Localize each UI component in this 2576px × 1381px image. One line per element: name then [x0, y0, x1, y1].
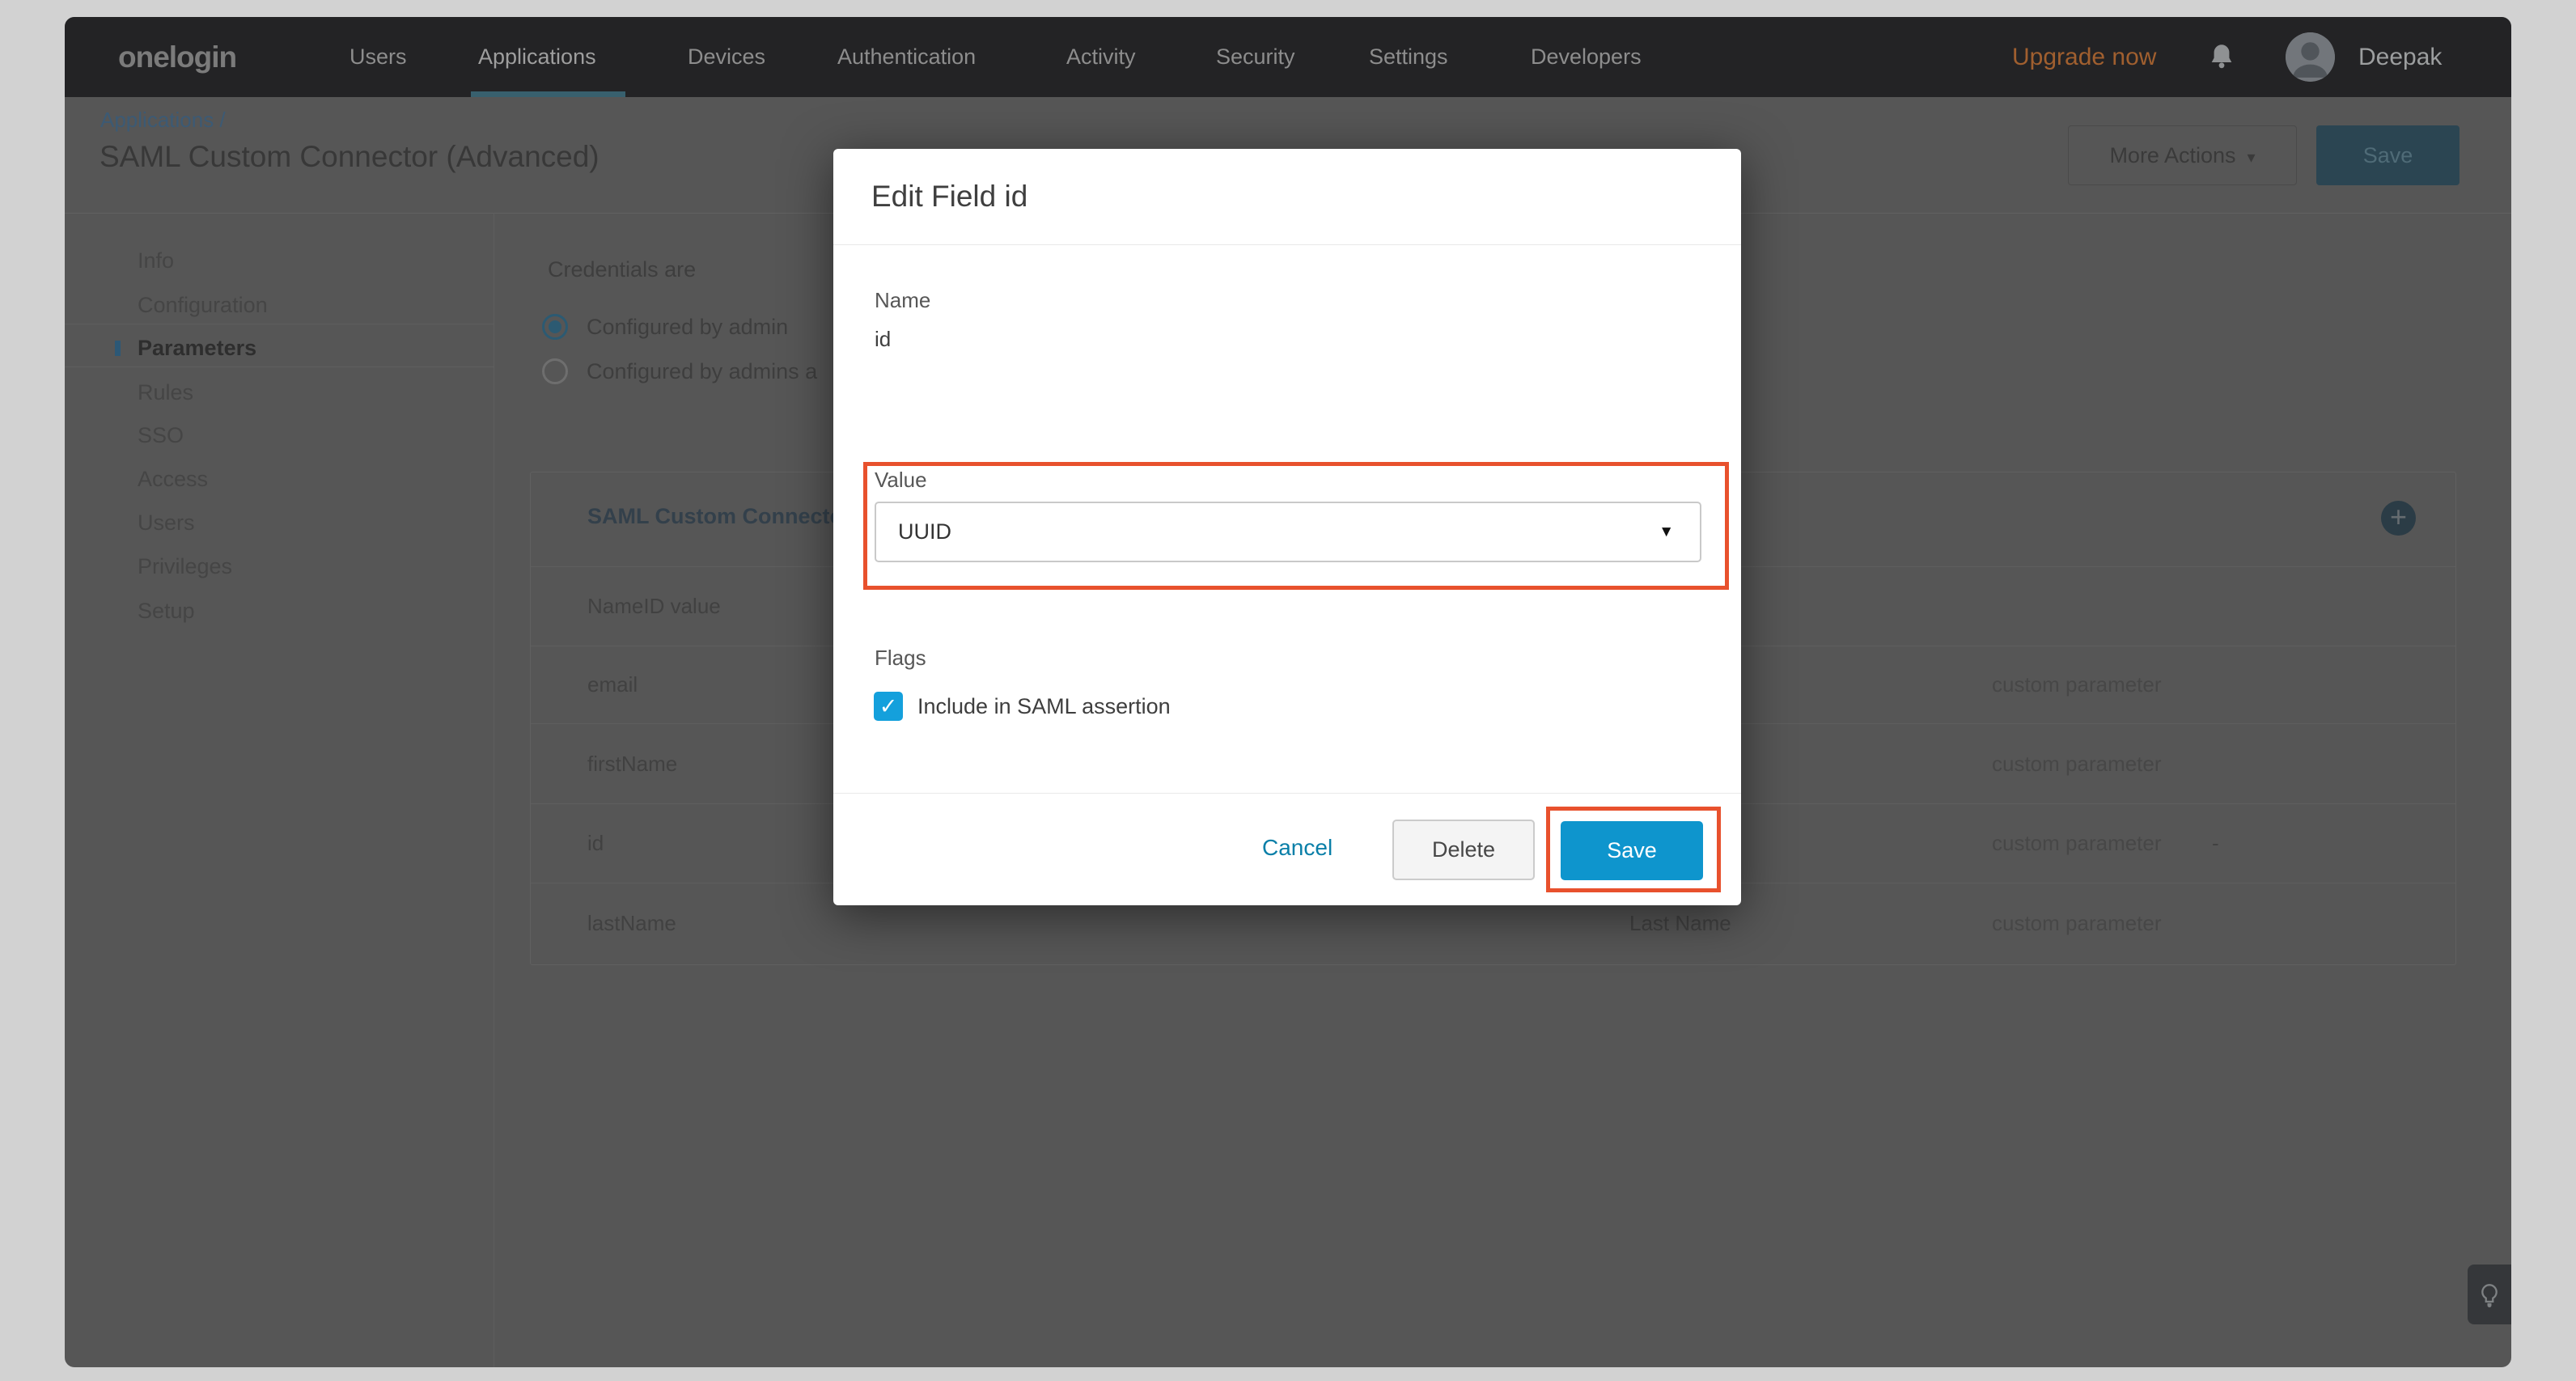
- user-avatar[interactable]: [2286, 32, 2335, 82]
- dropdown-caret-icon: ▼: [1659, 503, 1674, 561]
- sidebar-item-setup[interactable]: Setup: [138, 596, 195, 625]
- nav-item-developers[interactable]: Developers: [1531, 17, 1642, 97]
- param-tag-firstname: custom parameter: [1992, 751, 2162, 777]
- sidebar-item-access[interactable]: Access: [138, 464, 208, 494]
- radio-configured-by-admins-and-users[interactable]: [542, 358, 568, 384]
- include-saml-checkbox[interactable]: ✓: [874, 692, 903, 721]
- parameters-table-title: SAML Custom Connecto: [587, 504, 843, 529]
- delete-button[interactable]: Delete: [1392, 820, 1535, 880]
- add-parameter-button[interactable]: +: [2381, 501, 2416, 536]
- param-row-nameid[interactable]: NameID value: [587, 593, 721, 619]
- sidebar-item-parameters[interactable]: Parameters: [138, 333, 256, 362]
- radio-configured-by-admin[interactable]: [542, 314, 568, 340]
- top-navbar: onelogin Users Applications Devices Auth…: [65, 17, 2511, 97]
- param-tag-id: custom parameter: [1992, 830, 2162, 856]
- page-title: SAML Custom Connector (Advanced): [100, 140, 600, 174]
- param-tag-email: custom parameter: [1992, 671, 2162, 697]
- notifications-bell-icon[interactable]: [2209, 44, 2235, 71]
- app-window: onelogin Users Applications Devices Auth…: [65, 17, 2511, 1367]
- flags-label: Flags: [875, 646, 926, 671]
- sidebar-section-divider: [65, 366, 494, 367]
- chevron-down-icon: ▾: [2248, 149, 2256, 167]
- nav-item-users[interactable]: Users: [350, 17, 407, 97]
- sidebar-active-indicator: [115, 341, 121, 356]
- user-name-label[interactable]: Deepak: [2358, 17, 2442, 97]
- onelogin-logo: onelogin: [118, 17, 236, 97]
- nav-item-devices[interactable]: Devices: [688, 17, 765, 97]
- param-tag-lastname: custom parameter: [1992, 910, 2162, 936]
- active-tab-underline: [471, 91, 625, 97]
- nav-item-authentication[interactable]: Authentication: [837, 17, 976, 97]
- sidebar-item-info[interactable]: Info: [138, 246, 174, 275]
- edit-field-modal: Edit Field id Name id Value UUID ▼ Flags…: [833, 149, 1741, 905]
- sidebar-item-users[interactable]: Users: [138, 508, 195, 537]
- cancel-button[interactable]: Cancel: [1262, 835, 1332, 861]
- header-save-button[interactable]: Save: [2316, 125, 2459, 185]
- include-saml-label[interactable]: Include in SAML assertion: [917, 693, 1171, 719]
- value-dropdown-selected: UUID: [898, 503, 951, 561]
- value-dropdown[interactable]: UUID ▼: [875, 502, 1701, 562]
- help-lightbulb-button[interactable]: [2468, 1265, 2511, 1324]
- name-value: id: [875, 327, 891, 352]
- more-actions-button[interactable]: More Actions ▾: [2068, 125, 2297, 185]
- param-row-firstname[interactable]: firstName: [587, 751, 677, 777]
- modal-save-button[interactable]: Save: [1561, 821, 1703, 880]
- radio-label-admins-users[interactable]: Configured by admins a: [587, 358, 817, 384]
- modal-footer-divider: [833, 793, 1741, 794]
- nav-item-settings[interactable]: Settings: [1369, 17, 1448, 97]
- nav-item-applications[interactable]: Applications: [478, 17, 596, 97]
- credentials-label: Credentials are: [548, 257, 696, 282]
- modal-header-divider: [833, 244, 1741, 245]
- upgrade-now-link[interactable]: Upgrade now: [2012, 17, 2156, 97]
- param-row-lastname[interactable]: lastName: [587, 910, 676, 936]
- modal-title: Edit Field id: [871, 180, 1027, 214]
- lightbulb-icon: [2477, 1282, 2502, 1310]
- value-label: Value: [875, 468, 927, 493]
- sidebar-item-rules[interactable]: Rules: [138, 378, 193, 407]
- name-label: Name: [875, 288, 930, 313]
- param-value-lastname: Last Name: [1629, 910, 1731, 936]
- param-value-id: -: [2212, 830, 2219, 856]
- more-actions-label: More Actions: [2109, 143, 2235, 167]
- breadcrumb[interactable]: Applications /: [100, 108, 226, 133]
- sidebar-item-privileges[interactable]: Privileges: [138, 552, 232, 581]
- param-row-id[interactable]: id: [587, 830, 604, 856]
- param-row-email[interactable]: email: [587, 671, 638, 697]
- nav-item-activity[interactable]: Activity: [1066, 17, 1136, 97]
- sidebar-item-sso[interactable]: SSO: [138, 421, 184, 450]
- nav-item-security[interactable]: Security: [1216, 17, 1295, 97]
- sidebar-item-configuration[interactable]: Configuration: [138, 290, 268, 320]
- radio-label-admin[interactable]: Configured by admin: [587, 314, 788, 340]
